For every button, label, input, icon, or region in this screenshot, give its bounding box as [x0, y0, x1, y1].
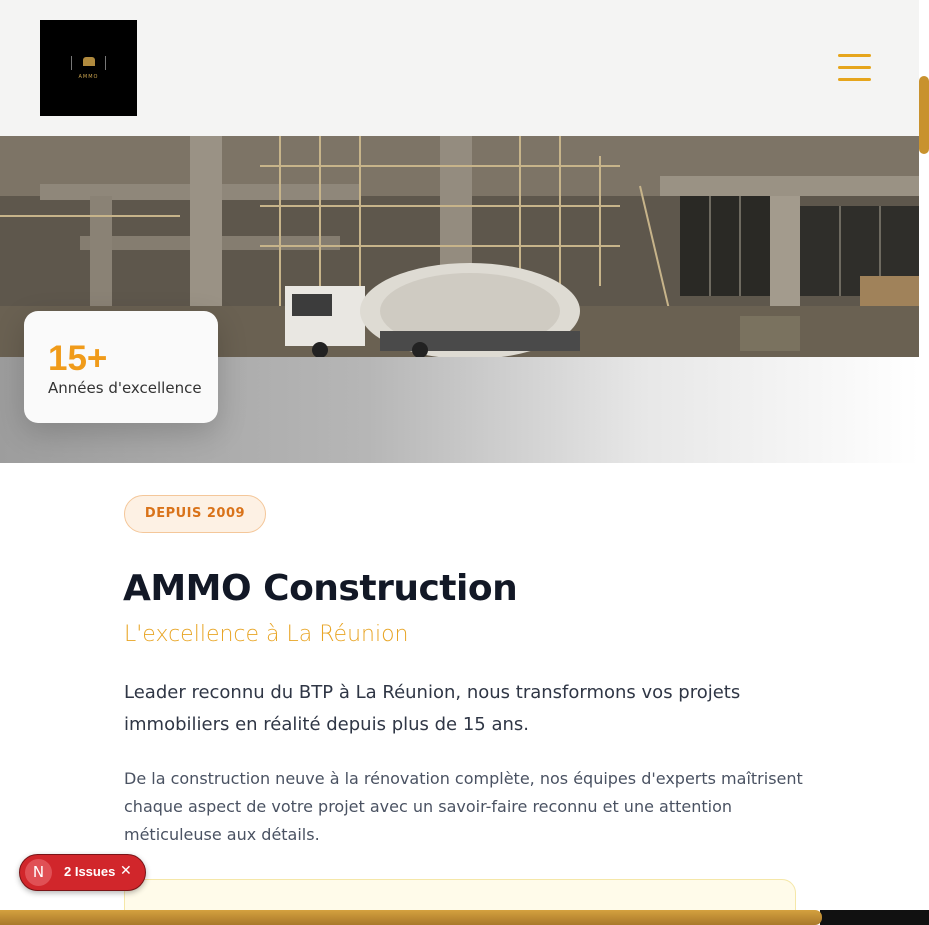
logo-divider — [71, 56, 72, 70]
body-paragraph: De la construction neuve à la rénovation… — [124, 769, 803, 844]
nextjs-logo-icon: N — [25, 859, 52, 886]
horizontal-scrollbar-thumb[interactable] — [0, 910, 822, 925]
bottom-corner — [820, 910, 929, 925]
logo-divider — [105, 56, 106, 70]
hamburger-menu-button[interactable] — [836, 52, 874, 84]
lead-paragraph: Leader reconnu du BTP à La Réunion, nous… — [124, 682, 741, 735]
logo-mark-icon — [83, 57, 95, 66]
since-badge: DEPUIS 2009 — [124, 495, 266, 533]
site-header: AMMO — [0, 0, 919, 136]
logo-text: AMMO — [78, 74, 99, 80]
hamburger-icon — [838, 66, 871, 69]
hamburger-icon — [838, 54, 871, 57]
issues-widget-button[interactable]: N 2 Issues ✕ — [19, 854, 146, 891]
page-title: AMMO Construction — [123, 568, 518, 609]
stat-label: Années d'excellence — [48, 379, 202, 397]
experience-stat-card: 15+ Années d'excellence — [24, 311, 218, 423]
close-icon[interactable]: ✕ — [120, 863, 132, 879]
scrollbar-thumb[interactable] — [919, 76, 929, 154]
issues-count-label: 2 Issues — [64, 864, 116, 879]
hamburger-icon — [838, 78, 871, 81]
page-subtitle: L'excellence à La Réunion — [124, 622, 409, 647]
company-logo[interactable]: AMMO — [40, 20, 137, 116]
stat-value: 15+ — [48, 339, 108, 378]
